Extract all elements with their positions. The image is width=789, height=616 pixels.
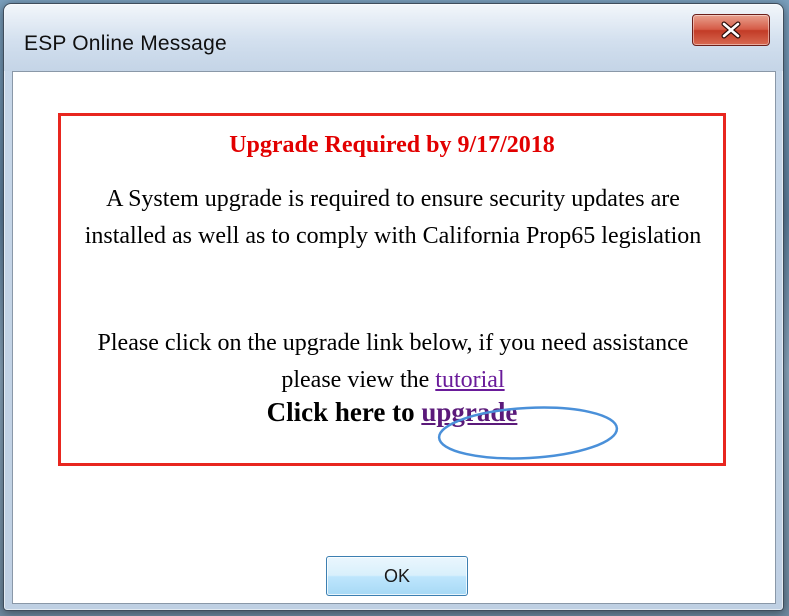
- assistance-text: Please click on the upgrade link below, …: [67, 325, 719, 399]
- assistance-text-prefix: Please click on the upgrade link below, …: [97, 330, 689, 393]
- cta-prefix: Click here to: [266, 397, 422, 427]
- window-title: ESP Online Message: [24, 32, 227, 55]
- title-bar[interactable]: ESP Online Message: [4, 4, 783, 71]
- upgrade-call-to-action: Click here to upgrade: [61, 397, 723, 428]
- close-button[interactable]: [692, 14, 770, 46]
- message-body: A System upgrade is required to ensure s…: [84, 186, 702, 249]
- dialog-content: Upgrade Required by 9/17/2018 A System u…: [12, 71, 776, 604]
- tutorial-link[interactable]: tutorial: [435, 367, 504, 393]
- upgrade-link[interactable]: upgrade: [421, 397, 517, 427]
- message-panel: Upgrade Required by 9/17/2018 A System u…: [58, 113, 726, 466]
- ok-button[interactable]: OK: [326, 556, 468, 596]
- dialog-window: ESP Online Message Upgrade Required by 9…: [3, 3, 784, 611]
- message-heading: Upgrade Required by 9/17/2018: [229, 132, 555, 158]
- close-icon: [721, 21, 741, 39]
